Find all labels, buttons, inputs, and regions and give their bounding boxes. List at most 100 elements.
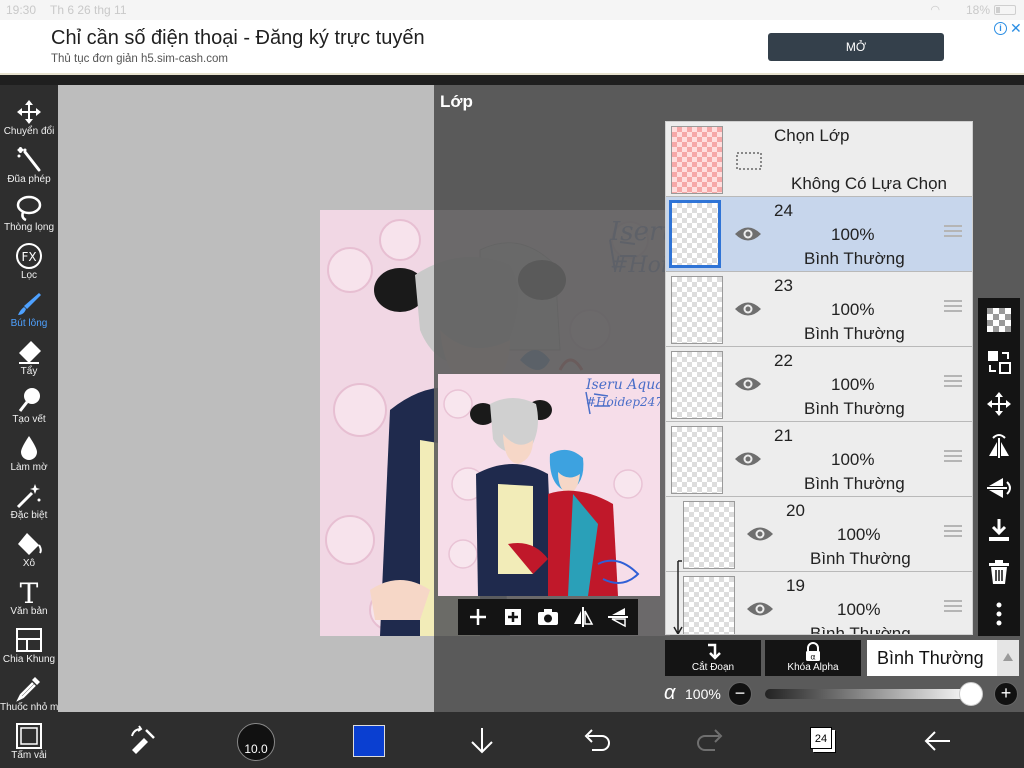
tool-bucket[interactable]: Xô — [0, 525, 58, 573]
ad-subtitle[interactable]: Thủ tục đơn giản h5.sim-cash.com — [51, 53, 228, 65]
layers-button[interactable]: 24 — [810, 727, 832, 749]
layer-opacity: 100% — [831, 375, 875, 394]
layer-number: 21 — [774, 426, 793, 445]
trash-icon[interactable] — [985, 558, 1013, 586]
move-layer-icon[interactable] — [985, 390, 1013, 418]
tool-canvas[interactable]: Tấm vải — [0, 717, 58, 765]
blur-icon — [21, 436, 37, 460]
layer-blend-mode: Bình Thường — [810, 624, 911, 635]
alpha-symbol: α — [664, 682, 676, 704]
eye-icon[interactable] — [734, 225, 762, 243]
clipping-button[interactable]: Cắt Đoạn — [665, 640, 761, 676]
drag-handle-icon[interactable] — [944, 525, 962, 539]
flip-vertical-icon[interactable] — [985, 474, 1013, 502]
triangle-up-icon — [1003, 653, 1013, 661]
ad-open-button[interactable]: MỞ — [768, 33, 944, 61]
flip-horizontal-icon[interactable] — [985, 432, 1013, 460]
layer-thumbnail — [669, 200, 721, 268]
add-layer-icon[interactable] — [466, 605, 490, 629]
camera-icon[interactable] — [536, 605, 560, 629]
ad-title[interactable]: Chỉ cần số điện thoại - Đăng ký trực tuy… — [51, 27, 425, 50]
drag-handle-icon[interactable] — [944, 450, 962, 464]
flip-vertical-icon[interactable] — [606, 605, 630, 629]
drag-handle-icon[interactable] — [944, 300, 962, 314]
drag-handle-icon[interactable] — [944, 375, 962, 389]
transparency-icon[interactable] — [985, 306, 1013, 334]
tool-magic-wand[interactable]: Đũa phép — [0, 141, 58, 189]
svg-text:T: T — [20, 578, 39, 606]
back-arrow-icon[interactable] — [920, 724, 954, 758]
opacity-slider[interactable] — [765, 689, 975, 699]
tool-label: Tẩy — [20, 366, 38, 377]
opacity-decrease-button[interactable]: − — [728, 682, 752, 706]
drag-handle-icon[interactable] — [944, 600, 962, 614]
undo-icon[interactable] — [580, 724, 614, 758]
brush-icon — [18, 293, 41, 315]
layer-row[interactable]: 22 100% Bình Thường — [666, 347, 972, 422]
lock-icon: α — [806, 642, 820, 662]
tool-transform[interactable]: Chuyển đổi — [0, 93, 58, 141]
svg-text:FX: FX — [21, 250, 36, 264]
canvas-icon — [16, 723, 42, 749]
color-swatch-button[interactable] — [353, 725, 385, 757]
frame-divider-icon — [16, 628, 42, 652]
layer-row[interactable]: 21 100% Bình Thường — [666, 422, 972, 497]
status-date: Th 6 26 thg 11 — [50, 3, 127, 17]
eye-icon[interactable] — [734, 450, 762, 468]
fx-icon: FX — [16, 243, 42, 269]
layer-blend-mode: Bình Thường — [804, 474, 905, 493]
eye-icon[interactable] — [746, 600, 774, 618]
layer-row[interactable]: 19 100% Bình Thường — [666, 572, 972, 635]
eye-icon[interactable] — [746, 525, 774, 543]
layer-thumbnail — [683, 576, 735, 634]
ad-info-icon[interactable]: i — [994, 22, 1007, 35]
layer-number: 22 — [774, 351, 793, 370]
redo-icon[interactable] — [693, 724, 727, 758]
tool-brush[interactable]: Bút lông — [0, 285, 58, 333]
tool-special[interactable]: Đặc biệt — [0, 477, 58, 525]
eye-icon[interactable] — [734, 300, 762, 318]
layer-number: 23 — [774, 276, 793, 295]
brush-eraser-swap-icon[interactable] — [126, 724, 160, 758]
status-time: 19:30 — [6, 3, 37, 17]
tool-eyedropper[interactable]: Thuốc nhỏ mắt — [0, 669, 67, 717]
selection-marquee-icon — [736, 152, 762, 170]
blend-mode-dropdown[interactable] — [997, 640, 1019, 676]
layer-row[interactable]: 24 100% Bình Thường — [666, 197, 972, 272]
layer-transfer-icon[interactable] — [985, 348, 1013, 376]
tool-frame-divider[interactable]: Chia Khung — [0, 621, 58, 669]
merge-down-icon[interactable] — [985, 516, 1013, 544]
brush-size-value: 10.0 — [244, 742, 268, 756]
tool-text[interactable]: T Văn bản — [0, 573, 58, 621]
bottom-toolbar — [58, 712, 1024, 768]
eye-icon[interactable] — [734, 375, 762, 393]
preview-toolbar — [458, 599, 638, 635]
tool-lasso[interactable]: Thòng lọng — [0, 189, 58, 237]
more-options-icon[interactable] — [985, 600, 1013, 628]
left-toolbar: Chuyển đổi Đũa phép Thòng lọng FX Lọc Bú… — [0, 85, 67, 768]
artwork-preview[interactable]: Iseru Aqua #Hoidep247 — [438, 374, 660, 596]
arrow-down-icon[interactable] — [465, 724, 499, 758]
svg-text:α: α — [810, 653, 815, 662]
blend-mode-select[interactable]: Bình Thường — [867, 640, 997, 676]
drag-handle-icon[interactable] — [944, 225, 962, 239]
tool-blur[interactable]: Làm mờ — [0, 429, 58, 477]
tool-eraser[interactable]: Tẩy — [0, 333, 58, 381]
opacity-slider-knob[interactable] — [959, 682, 983, 706]
layer-row[interactable]: 20 100% Bình Thường — [666, 497, 972, 572]
opacity-increase-button[interactable]: + — [994, 682, 1018, 706]
tool-smudge[interactable]: Tạo vết — [0, 381, 58, 429]
layer-number: 19 — [786, 576, 805, 595]
selection-layer-row[interactable]: Chọn Lớp Không Có Lựa Chọn — [666, 122, 972, 197]
panel-title: Lớp — [440, 92, 473, 111]
clipping-label: Cắt Đoạn — [691, 662, 735, 673]
ad-banner[interactable]: Chỉ cần số điện thoại - Đăng ký trực tuy… — [0, 20, 1024, 75]
tool-filter[interactable]: FX Lọc — [0, 237, 58, 285]
add-layer-copy-icon[interactable] — [501, 605, 525, 629]
layer-row[interactable]: 23 100% Bình Thường — [666, 272, 972, 347]
flip-horizontal-icon[interactable] — [571, 605, 595, 629]
layer-list[interactable]: Chọn Lớp Không Có Lựa Chọn 24 100% Bình … — [665, 121, 973, 635]
brush-size-button[interactable]: 10.0 — [237, 723, 275, 761]
ad-close-icon[interactable]: ✕ — [1010, 20, 1022, 37]
alpha-lock-button[interactable]: α Khóa Alpha — [765, 640, 861, 676]
